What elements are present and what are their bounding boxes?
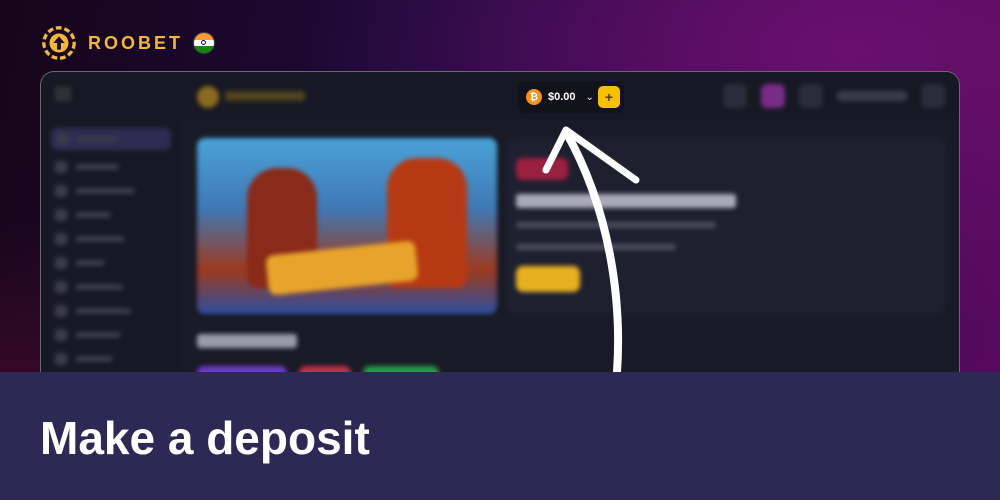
sidebar-item bbox=[55, 256, 167, 270]
rewards-icon bbox=[761, 84, 785, 108]
search-icon bbox=[723, 84, 747, 108]
sidebar-item bbox=[55, 352, 167, 366]
sidebar-item bbox=[55, 328, 167, 342]
menu-icon bbox=[55, 88, 71, 90]
sidebar-item bbox=[55, 208, 167, 222]
sidebar-item bbox=[55, 232, 167, 246]
notifications-icon bbox=[799, 84, 823, 108]
bitcoin-icon: ₿ bbox=[526, 89, 542, 105]
wallet-balance: $0.00 bbox=[548, 91, 576, 103]
promo-line bbox=[516, 222, 716, 228]
hero-promo-card bbox=[506, 138, 946, 314]
top-bar-icons bbox=[723, 84, 945, 108]
promo-button bbox=[516, 266, 580, 292]
caption-text: Make a deposit bbox=[40, 412, 370, 464]
sidebar-item bbox=[55, 304, 167, 318]
sidebar-item bbox=[51, 128, 171, 150]
hero-banner-image bbox=[197, 138, 497, 314]
promo-title bbox=[516, 194, 736, 208]
brand-name: ROOBET bbox=[88, 32, 184, 53]
india-flag-icon bbox=[193, 32, 216, 54]
app-logo-icon bbox=[197, 86, 219, 108]
roobet-logo-icon bbox=[42, 26, 76, 60]
promo-line bbox=[516, 244, 676, 250]
sidebar-item bbox=[55, 160, 167, 174]
brand: ROOBET bbox=[40, 24, 216, 62]
wallet-balance-widget[interactable]: ₿ $0.00 ⌄ + bbox=[518, 81, 624, 113]
promo-tag bbox=[516, 158, 568, 180]
top-bar bbox=[41, 72, 959, 123]
deposit-button[interactable]: + bbox=[598, 86, 620, 108]
chat-icon bbox=[921, 84, 945, 108]
sidebar-item bbox=[55, 280, 167, 294]
username-placeholder bbox=[837, 91, 907, 101]
chevron-down-icon[interactable]: ⌄ bbox=[586, 92, 594, 103]
app-logo-text bbox=[225, 91, 305, 101]
sidebar-item bbox=[55, 184, 167, 198]
promotions-heading bbox=[197, 334, 297, 348]
